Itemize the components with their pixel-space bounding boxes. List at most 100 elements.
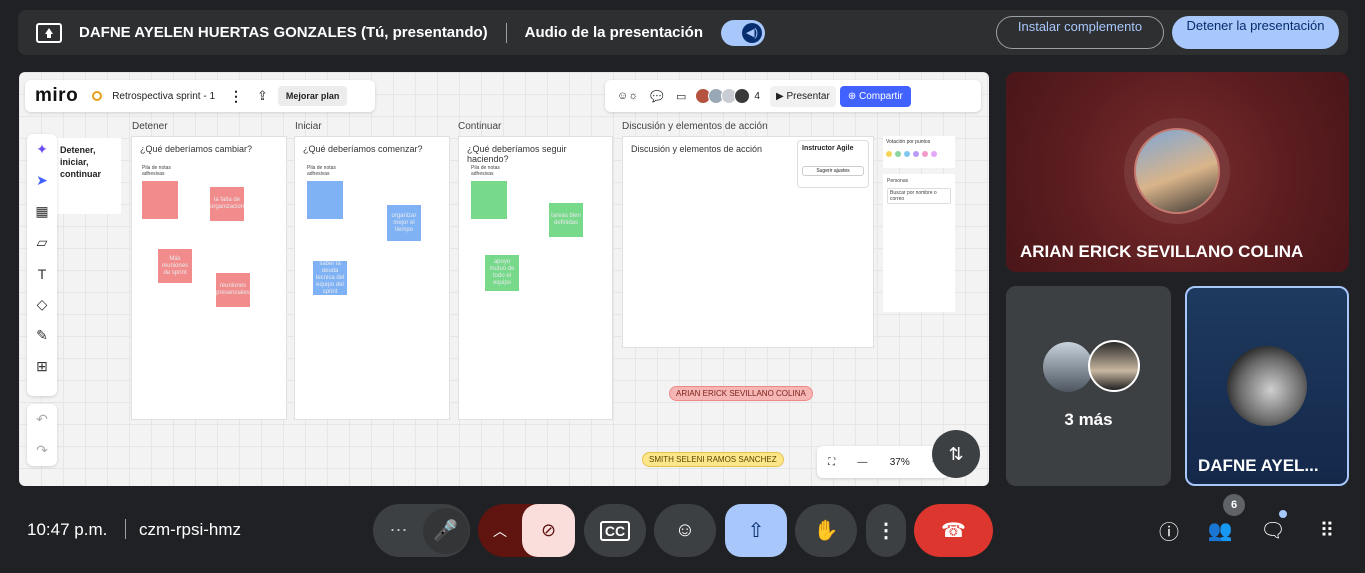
suggest-button[interactable]: Sugerir ajustes — [802, 166, 864, 176]
side-frame-title: Detener, iniciar, continuar — [57, 138, 121, 214]
persons-panel[interactable]: Personas Buscar por nombre o correo — [883, 174, 955, 312]
chat-icon[interactable]: 🗨 — [1260, 517, 1286, 543]
raise-hand-button[interactable]: ✋ — [795, 504, 857, 557]
redo-icon[interactable]: ↷ — [27, 435, 57, 466]
board-name[interactable]: Retrospectiva sprint - 1 — [112, 91, 215, 102]
share-button[interactable]: ⊕ Compartir — [839, 85, 911, 107]
frame-continuar[interactable]: ¿Qué deberíamos seguir haciendo? Pila de… — [458, 136, 613, 420]
zoom-out-icon[interactable]: — — [857, 457, 867, 468]
mic-control-group: ⋯ 🎤 — [373, 504, 470, 557]
captions-icon: CC — [599, 520, 631, 541]
audio-toggle[interactable]: ◀) — [721, 19, 766, 46]
captions-button[interactable]: CC — [584, 504, 646, 557]
install-addon-button[interactable]: Instalar complemento — [996, 16, 1164, 49]
chat-icon[interactable]: 💬 — [650, 90, 664, 103]
sticky-pile[interactable] — [307, 181, 343, 219]
frame-iniciar[interactable]: ¿Qué deberíamos comenzar? Pila de notas … — [294, 136, 450, 420]
participant-tile-self[interactable]: DAFNE AYEL... — [1185, 286, 1349, 486]
shapes-icon[interactable]: ◇ — [27, 289, 57, 320]
sticky-note-icon[interactable]: ▱ — [27, 227, 57, 258]
clock: 10:47 p.m. — [27, 520, 108, 539]
audio-label: Audio de la presentación — [524, 24, 704, 41]
agile-coach-card[interactable]: Instructor Agile Sugerir ajustes — [797, 140, 869, 188]
present-screen-button[interactable]: ⇧ — [725, 504, 787, 557]
participants-count-badge: 6 — [1223, 494, 1245, 516]
more-icon[interactable]: ⋮ — [229, 88, 243, 105]
miro-collab-bar: ☺☼ 💬 ▭ 4 ▶ Presentar ⊕ Compartir — [605, 80, 981, 112]
presenter-text: DAFNE AYELEN HUERTAS GONZALES (Tú, prese… — [79, 24, 488, 41]
fit-icon[interactable]: ⛶ — [828, 457, 835, 468]
present-icon: ⇧ — [747, 520, 765, 542]
collaborator-avatars[interactable] — [695, 88, 751, 104]
info-icon[interactable]: ⓘ — [1156, 517, 1182, 544]
avatar — [1134, 128, 1220, 214]
select-icon[interactable]: ➤ — [27, 165, 57, 196]
activities-icon[interactable]: ⠿ — [1314, 517, 1340, 543]
meeting-code: czm-rpsi-hmz — [139, 520, 241, 539]
participant-tile-more[interactable]: 3 más — [1006, 286, 1171, 486]
present-button[interactable]: ▶ Presentar — [769, 85, 836, 107]
end-call-button[interactable]: ☎ — [914, 504, 993, 557]
emoji-button[interactable]: ☺ — [654, 504, 716, 557]
share-label: Compartir — [858, 90, 903, 102]
add-icon[interactable]: ⊞ — [27, 351, 57, 382]
participant-name: DAFNE AYEL... — [1198, 456, 1319, 475]
more-options-button[interactable]: ⋮ — [866, 504, 906, 557]
more-options-icon[interactable]: ⋯ — [375, 520, 423, 541]
sticky-pile[interactable] — [142, 181, 178, 219]
sticky-note[interactable]: tareas bien definidas — [549, 203, 583, 237]
column-label: Continuar — [458, 121, 502, 132]
present-label: Presentar — [786, 90, 830, 102]
participant-name: ARIAN ERICK SEVILLANO COLINA — [1020, 242, 1304, 261]
people-icon[interactable]: 👥 — [1207, 517, 1233, 543]
sticky-note[interactable]: apoyo mutuo de todo el equipo — [485, 255, 519, 291]
vote-title: Votación por puntos — [886, 139, 931, 145]
sticky-note[interactable]: reuniones presenciales — [216, 273, 250, 307]
persons-title: Personas — [887, 178, 909, 184]
swap-icon: ⇅ — [948, 443, 964, 464]
participant-tile-arian[interactable]: ARIAN ERICK SEVILLANO COLINA — [1006, 72, 1349, 272]
swap-view-button[interactable]: ⇅ — [932, 430, 980, 478]
upgrade-plan-button[interactable]: Mejorar plan — [277, 86, 348, 106]
zoom-level[interactable]: 37% — [890, 457, 910, 468]
template-icon[interactable]: ▦ — [27, 196, 57, 227]
pen-icon[interactable]: ✎ — [27, 320, 57, 351]
more-participants-label: 3 más — [1064, 410, 1113, 429]
divider — [505, 22, 507, 43]
miro-logo: miro — [35, 85, 79, 106]
cursor-label: SMITH SELENI RAMOS SANCHEZ — [642, 452, 784, 467]
sticky-note[interactable]: la falta de organizacion — [210, 187, 244, 221]
shared-screen: miro Retrospectiva sprint - 1 ⋮ ⇪ Mejora… — [19, 72, 989, 486]
camera-off-icon[interactable]: ⊘ — [522, 504, 575, 557]
avatar — [734, 88, 751, 104]
sticky-note[interactable]: saber la deuda tecnica del equipo del sp… — [313, 261, 347, 295]
vote-colors — [886, 151, 952, 157]
present-screen-icon — [36, 22, 62, 43]
pile-label: Pila de notas adhesivas — [142, 165, 171, 177]
frame-detener[interactable]: ¿Qué deberíamos cambiar? Pila de notas a… — [131, 136, 287, 420]
hand-icon: ✋ — [813, 520, 839, 542]
text-icon[interactable]: T — [27, 258, 57, 289]
avatar — [1043, 342, 1093, 392]
search-icon[interactable] — [92, 91, 103, 101]
sticky-pile[interactable] — [471, 181, 507, 219]
chevron-up-icon[interactable]: ︿ — [493, 521, 507, 541]
sticky-note[interactable]: Más reuniones de sprint — [158, 249, 192, 283]
upload-icon[interactable]: ⇪ — [257, 88, 268, 104]
emoji-icon: ☺ — [674, 519, 696, 541]
stop-presenting-button[interactable]: Detener la presentación — [1172, 16, 1339, 49]
ai-sparkle-icon[interactable]: ✦ — [27, 134, 57, 165]
undo-icon[interactable]: ↶ — [27, 404, 57, 435]
zoom-controls: ⛶ — 37% + — [817, 446, 949, 478]
agile-title: Instructor Agile — [802, 145, 854, 152]
cursor-label: ARIAN ERICK SEVILLANO COLINA — [669, 386, 813, 401]
voting-panel[interactable]: Votación por puntos — [883, 136, 955, 168]
sticky-note[interactable]: organizar mejor el tiempo — [387, 205, 421, 241]
persons-search[interactable]: Buscar por nombre o correo — [887, 188, 951, 204]
frame-question: ¿Qué deberíamos comenzar? — [303, 144, 423, 154]
video-icon[interactable]: ▭ — [676, 90, 686, 103]
avatar — [1227, 346, 1307, 426]
reactions-icon[interactable]: ☺☼ — [617, 90, 638, 102]
collaborator-count[interactable]: 4 — [754, 91, 760, 102]
mic-icon[interactable]: 🎤 — [422, 507, 469, 554]
